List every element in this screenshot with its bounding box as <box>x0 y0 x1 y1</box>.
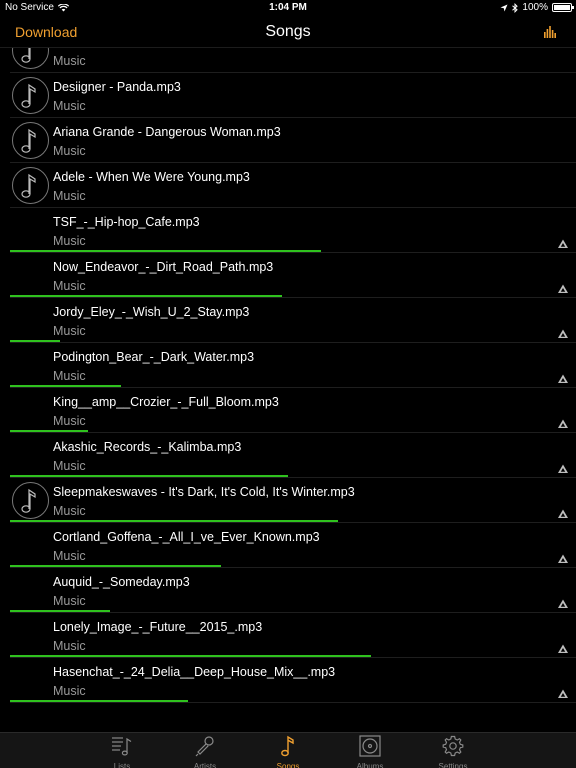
song-subtitle: Music <box>53 414 86 428</box>
song-subtitle: Music <box>53 234 86 248</box>
song-subtitle: Music <box>53 504 86 518</box>
song-subtitle: Music <box>53 594 86 608</box>
song-row[interactable]: Lonely_Image_-_Future__2015_.mp3 Music <box>0 613 576 658</box>
song-row[interactable]: King__amp__Crozier_-_Full_Bloom.mp3 Music <box>0 388 576 433</box>
status-bar: No Service 1:04 PM 100% <box>0 0 576 16</box>
song-title: Now_Endeavor_-_Dirt_Road_Path.mp3 <box>53 260 274 274</box>
battery-percent: 100% <box>522 2 548 13</box>
cloud-download-icon[interactable] <box>557 417 569 429</box>
song-row[interactable]: Adele - When We Were Young.mp3 Music <box>0 163 576 208</box>
song-subtitle: Music <box>53 189 86 203</box>
song-subtitle: Music <box>53 549 86 563</box>
song-list[interactable]: Music Desiigner - Panda.mp3 Music Ariana Gr… <box>0 48 576 732</box>
microphone-icon <box>193 733 217 762</box>
gear-icon <box>441 733 465 762</box>
song-subtitle: Music <box>53 639 86 653</box>
song-subtitle: Music <box>53 144 86 158</box>
song-row[interactable]: Ariana Grande - Dangerous Woman.mp3 Music <box>0 118 576 163</box>
song-title: King__amp__Crozier_-_Full_Bloom.mp3 <box>53 395 279 409</box>
song-row[interactable]: Sleepmakeswaves - It's Dark, It's Cold, … <box>0 478 576 523</box>
tab-label: Albums <box>356 762 384 768</box>
tab-label: Artists <box>193 762 217 768</box>
music-note-icon <box>12 122 49 159</box>
cloud-download-icon[interactable] <box>557 462 569 474</box>
cloud-download-icon[interactable] <box>557 597 569 609</box>
lists-icon <box>110 733 134 762</box>
tab-songs[interactable]: Songs <box>258 733 318 768</box>
cloud-download-icon[interactable] <box>557 282 569 294</box>
location-arrow-icon <box>500 4 508 11</box>
tab-artists[interactable]: Artists <box>175 733 235 768</box>
battery-icon <box>552 3 574 12</box>
song-row[interactable]: Cortland_Goffena_-_All_I_ve_Ever_Known.m… <box>0 523 576 568</box>
song-subtitle: Music <box>53 324 86 338</box>
tab-lists[interactable]: Lists <box>92 733 152 768</box>
song-title: Desiigner - Panda.mp3 <box>53 80 181 94</box>
song-title: Jordy_Eley_-_Wish_U_2_Stay.mp3 <box>53 305 250 319</box>
song-title: Hasenchat_-_24_Delia__Deep_House_Mix__.m… <box>53 665 336 679</box>
cloud-download-icon[interactable] <box>557 507 569 519</box>
song-row[interactable]: Akashic_Records_-_Kalimba.mp3 Music <box>0 433 576 478</box>
song-subtitle: Music <box>53 369 86 383</box>
song-subtitle: Music <box>53 279 86 293</box>
song-row[interactable]: Jordy_Eley_-_Wish_U_2_Stay.mp3 Music <box>0 298 576 343</box>
song-subtitle: Music <box>53 459 86 473</box>
tab-label: Lists <box>113 762 131 768</box>
song-title: Ariana Grande - Dangerous Woman.mp3 <box>53 125 281 139</box>
song-row[interactable]: Music <box>0 48 576 73</box>
cloud-download-icon[interactable] <box>557 642 569 654</box>
status-time: 1:04 PM <box>269 2 307 13</box>
song-row[interactable]: Podington_Bear_-_Dark_Water.mp3 Music <box>0 343 576 388</box>
song-title: Adele - When We Were Young.mp3 <box>53 170 250 184</box>
cloud-download-icon[interactable] <box>557 687 569 699</box>
cloud-download-icon[interactable] <box>557 327 569 339</box>
song-subtitle: Music <box>53 99 86 113</box>
song-row[interactable]: Desiigner - Panda.mp3 Music <box>0 73 576 118</box>
cloud-download-icon[interactable] <box>557 552 569 564</box>
music-note-icon <box>276 733 300 762</box>
song-title: Auquid_-_Someday.mp3 <box>53 575 190 589</box>
now-playing-button[interactable] <box>544 25 556 43</box>
cloud-download-icon[interactable] <box>557 372 569 384</box>
music-note-icon <box>12 77 49 114</box>
album-icon <box>358 733 382 762</box>
song-row[interactable]: Hasenchat_-_24_Delia__Deep_House_Mix__.m… <box>0 658 576 703</box>
song-title: Podington_Bear_-_Dark_Water.mp3 <box>53 350 255 364</box>
navigation-bar: Download Songs <box>0 16 576 48</box>
tab-albums[interactable]: Albums <box>340 733 400 768</box>
music-note-icon <box>12 167 49 204</box>
song-row[interactable]: Auquid_-_Someday.mp3 Music <box>0 568 576 613</box>
music-note-icon <box>12 482 49 519</box>
bluetooth-icon <box>512 2 519 13</box>
song-subtitle: Music <box>53 684 86 698</box>
song-row[interactable]: Now_Endeavor_-_Dirt_Road_Path.mp3 Music <box>0 253 576 298</box>
tab-settings[interactable]: Settings <box>423 733 483 768</box>
song-title: Lonely_Image_-_Future__2015_.mp3 <box>53 620 263 634</box>
cloud-download-icon[interactable] <box>557 237 569 249</box>
song-row[interactable]: TSF_-_Hip-hop_Cafe.mp3 Music <box>0 208 576 253</box>
equalizer-icon <box>544 26 556 38</box>
music-note-icon <box>12 48 49 69</box>
song-title: Akashic_Records_-_Kalimba.mp3 <box>53 440 242 454</box>
tab-label: Songs <box>276 762 300 768</box>
song-title: TSF_-_Hip-hop_Cafe.mp3 <box>53 215 200 229</box>
row-divider <box>10 702 576 703</box>
tab-label: Settings <box>438 762 468 768</box>
tab-bar: Lists Artists Songs Albums Settings <box>0 732 576 768</box>
song-subtitle: Music <box>53 54 86 68</box>
song-title: Sleepmakeswaves - It's Dark, It's Cold, … <box>53 485 355 499</box>
page-title: Songs <box>265 23 311 40</box>
song-title: Cortland_Goffena_-_All_I_ve_Ever_Known.m… <box>53 530 320 544</box>
